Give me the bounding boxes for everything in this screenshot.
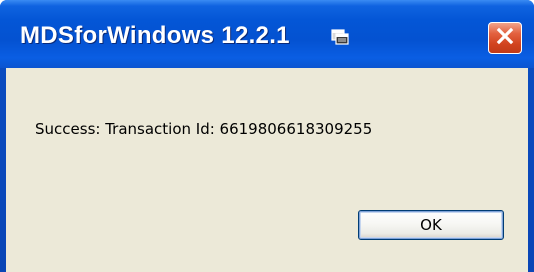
close-icon — [495, 26, 515, 51]
ok-button[interactable]: OK — [358, 210, 504, 240]
success-message: Success: Transaction Id: 661980661830925… — [35, 120, 373, 138]
title-bar[interactable]: MDSforWindows 12.2.1 — [0, 0, 534, 68]
close-button[interactable] — [488, 22, 522, 54]
dialog-title: MDSforWindows 12.2.1 — [20, 22, 290, 49]
dialog-body: Success: Transaction Id: 661980661830925… — [6, 68, 528, 272]
message-dialog: MDSforWindows 12.2.1 Success: Transactio… — [0, 0, 534, 272]
window-restore-icon — [331, 29, 349, 45]
